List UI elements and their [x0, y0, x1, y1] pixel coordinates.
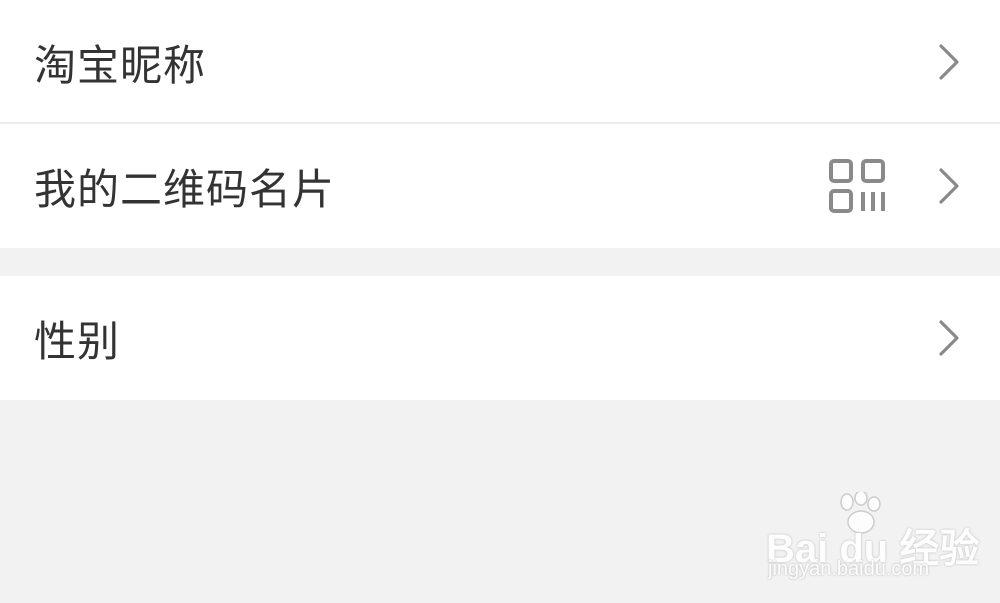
qr-code-icon — [829, 159, 885, 213]
row-my-qr-card[interactable]: 我的二维码名片 — [0, 124, 1000, 248]
watermark-url: jingyan.baidu.com — [768, 558, 930, 580]
row-gender[interactable]: 性别 — [0, 276, 1000, 400]
chevron-right-icon — [939, 320, 959, 356]
settings-group-1: 淘宝昵称 我的二维码名片 — [0, 0, 1000, 248]
row-label-taobao-nickname: 淘宝昵称 — [34, 40, 207, 90]
chevron-right-icon — [939, 168, 959, 204]
chevron-right-icon — [939, 44, 959, 80]
profile-settings-page: 淘宝昵称 我的二维码名片 性别 Bai du 经验 jingyan.baidu.… — [0, 0, 1000, 603]
row-label-my-qr-card: 我的二维码名片 — [34, 164, 336, 214]
row-taobao-nickname[interactable]: 淘宝昵称 — [0, 0, 1000, 124]
row-label-gender: 性别 — [34, 316, 121, 366]
settings-group-2: 性别 — [0, 276, 1000, 400]
baidu-jingyan-watermark: Bai du 经验 jingyan.baidu.com — [766, 492, 979, 588]
